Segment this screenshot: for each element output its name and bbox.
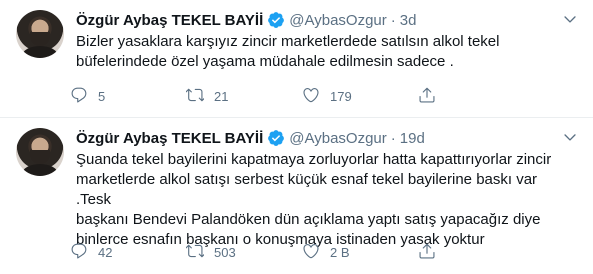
author-handle[interactable]: @AybasOzgur: [289, 12, 387, 29]
separator-dot: ·: [390, 11, 396, 29]
reply-button[interactable]: 5: [70, 86, 186, 107]
reply-icon: [70, 242, 88, 263]
tweet-text: Şuanda tekel bayilerini kapatmaya zorluy…: [76, 151, 552, 248]
avatar[interactable]: [16, 10, 64, 58]
share-button[interactable]: [418, 86, 458, 107]
like-icon: [302, 86, 320, 107]
tweet-header: Özgür Aybaş TEKEL BAYİİ @AybasOzgur · 19…: [76, 128, 425, 148]
retweet-count: 21: [214, 89, 229, 104]
timestamp[interactable]: 3d: [400, 12, 417, 29]
retweet-icon: [185, 86, 206, 107]
reply-count: 5: [98, 89, 106, 104]
reply-icon: [70, 86, 88, 107]
separator-dot: ·: [390, 129, 396, 147]
reply-button[interactable]: 42: [70, 242, 186, 263]
timestamp[interactable]: 19d: [400, 130, 425, 147]
share-icon: [418, 242, 436, 263]
caret-down-icon[interactable]: [561, 128, 579, 146]
tweet-text: Bizler yasaklara karşıyız zincir marketl…: [76, 33, 500, 70]
like-button[interactable]: 2 B: [302, 242, 418, 263]
share-button[interactable]: [418, 242, 458, 263]
verified-badge-icon: [267, 129, 285, 147]
author-name[interactable]: Özgür Aybaş TEKEL BAYİİ: [76, 130, 263, 147]
tweet[interactable]: Özgür Aybaş TEKEL BAYİİ @AybasOzgur · 3d…: [0, 0, 593, 118]
author-name[interactable]: Özgür Aybaş TEKEL BAYİİ: [76, 12, 263, 29]
author-handle[interactable]: @AybasOzgur: [289, 130, 387, 147]
like-button[interactable]: 179: [302, 86, 418, 107]
like-count: 2 B: [330, 245, 350, 260]
share-icon: [418, 86, 436, 107]
tweet-header: Özgür Aybaş TEKEL BAYİİ @AybasOzgur · 3d: [76, 10, 416, 30]
like-icon: [302, 242, 320, 263]
caret-down-icon[interactable]: [561, 10, 579, 28]
retweet-icon: [185, 242, 206, 263]
avatar[interactable]: [16, 128, 64, 176]
retweet-count: 503: [214, 245, 236, 260]
tweet[interactable]: Özgür Aybaş TEKEL BAYİİ @AybasOzgur · 19…: [0, 118, 593, 274]
verified-badge-icon: [267, 11, 285, 29]
tweet-actions: 42 503 2 B: [70, 242, 458, 263]
retweet-button[interactable]: 503: [185, 242, 302, 263]
tweet-actions: 5 21 179: [70, 86, 458, 107]
reply-count: 42: [98, 245, 113, 260]
retweet-button[interactable]: 21: [185, 86, 302, 107]
like-count: 179: [330, 89, 352, 104]
